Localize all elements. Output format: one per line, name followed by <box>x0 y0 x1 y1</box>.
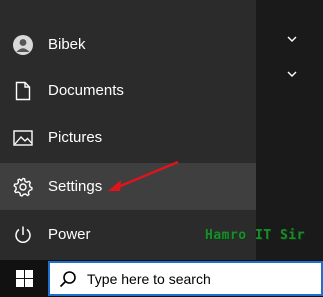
start-button[interactable] <box>0 260 48 297</box>
search-box[interactable] <box>48 261 323 296</box>
search-icon <box>59 270 76 287</box>
watermark: Hamro IT Sir <box>205 228 305 243</box>
search-input[interactable] <box>87 270 287 287</box>
annotation-arrow <box>108 160 179 191</box>
windows-logo-icon <box>15 270 33 287</box>
taskbar <box>0 260 323 297</box>
